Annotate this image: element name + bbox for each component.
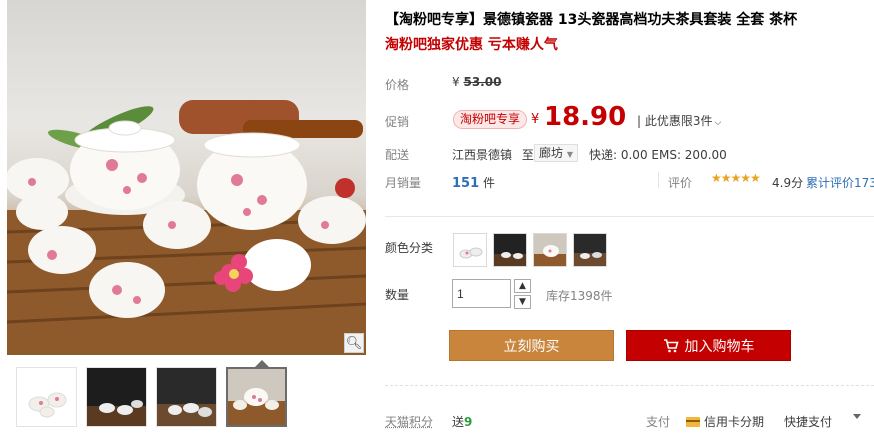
quick-pay-option[interactable]: 快捷支付 (784, 413, 832, 430)
original-price: ¥ 53.00 (452, 75, 501, 89)
points-prefix: 送 (452, 415, 465, 429)
shipping-label: 配送 (385, 148, 410, 162)
ship-to-word: 至 (521, 148, 534, 162)
main-product-image[interactable]: 🔍︎ (7, 0, 366, 355)
payment-label: 支付 (646, 415, 671, 429)
promo-limit-text: | 此优惠限3件 (637, 114, 713, 128)
buy-now-button[interactable]: 立刻购买 (449, 330, 614, 361)
stock-count: 库存1398件 (546, 289, 613, 303)
rating-stars: ★★★★★ (711, 171, 761, 185)
promo-price-symbol: ¥ (531, 112, 540, 127)
chevron-up-icon: ▲ (519, 281, 526, 291)
color-option-3[interactable] (533, 233, 567, 267)
product-title: 【淘粉吧专享】景德镇瓷器 13头瓷器高档功夫茶具套装 全套 茶杯 (385, 12, 798, 28)
original-price-symbol: ¥ (452, 75, 460, 89)
credit-card-icon (686, 416, 700, 427)
promo-label: 促销 (385, 115, 410, 129)
ship-from-city: 江西景德镇 (452, 148, 513, 162)
quantity-increase-button[interactable]: ▲ (514, 279, 531, 293)
add-to-cart-label: 加入购物车 (684, 338, 755, 355)
quantity-input[interactable] (452, 279, 511, 308)
tmall-points-label[interactable]: 天猫积分 (385, 413, 433, 430)
promo-badge: 淘粉吧专享 (453, 110, 528, 129)
ship-from: 江西景德镇 至 (452, 146, 534, 163)
section-divider (385, 216, 874, 217)
add-to-cart-button[interactable]: 加入购物车 (626, 330, 791, 361)
color-label: 颜色分类 (385, 241, 434, 255)
credit-installment-label: 信用卡分期 (704, 415, 765, 429)
thumbnail-1[interactable] (16, 367, 77, 427)
buy-now-label: 立刻购买 (503, 338, 560, 355)
chevron-down-icon: ⌵ (714, 118, 722, 128)
payment-more-dropdown-icon[interactable] (853, 414, 861, 419)
tea-set-photo (7, 100, 366, 355)
magnifier-icon[interactable]: 🔍︎ (344, 333, 364, 353)
ship-to-city: 廊坊 (539, 146, 564, 160)
monthly-sales-label: 月销量 (385, 176, 422, 190)
color-option-4[interactable] (573, 233, 607, 267)
ship-to-selector[interactable]: 廊坊 ▼ (534, 144, 578, 162)
points-value: 9 (464, 415, 473, 429)
credit-installment-option[interactable]: 信用卡分期 (686, 413, 764, 430)
thumbnail-strip (7, 356, 366, 436)
chevron-down-icon: ▼ (519, 297, 526, 307)
thumbnail-3[interactable] (156, 367, 217, 427)
rating-label: 评价 (668, 176, 693, 190)
monthly-sales: 151 件 (452, 174, 495, 191)
monthly-sales-unit: 件 (482, 176, 495, 190)
price-label: 价格 (385, 78, 410, 92)
quantity-decrease-button[interactable]: ▼ (514, 295, 531, 309)
triangle-down-icon: ▼ (566, 150, 573, 159)
thumbnail-4-selected[interactable] (226, 367, 287, 427)
cart-icon (663, 338, 679, 352)
product-subtitle: 淘粉吧独家优惠 亏本赚人气 (385, 37, 558, 53)
divider-vertical (658, 172, 659, 188)
monthly-sales-count: 151 (452, 176, 480, 191)
section-divider-dashed (385, 385, 874, 386)
color-option-1[interactable] (453, 233, 487, 267)
review-count-link[interactable]: 累计评价173 (806, 174, 874, 191)
quantity-label: 数量 (385, 288, 410, 302)
selected-thumb-indicator (255, 360, 269, 367)
shipping-fee: 快递: 0.00 EMS: 200.00 (589, 148, 727, 162)
thumbnail-2[interactable] (86, 367, 147, 427)
promo-limit-dropdown[interactable]: | 此优惠限3件 ⌵ (637, 112, 721, 129)
color-option-2[interactable] (493, 233, 527, 267)
rating-score: 4.9分 (772, 176, 804, 190)
promo-price: 18.90 (544, 102, 627, 132)
tmall-points: 送9 (452, 413, 472, 430)
original-price-value: 53.00 (463, 75, 502, 89)
